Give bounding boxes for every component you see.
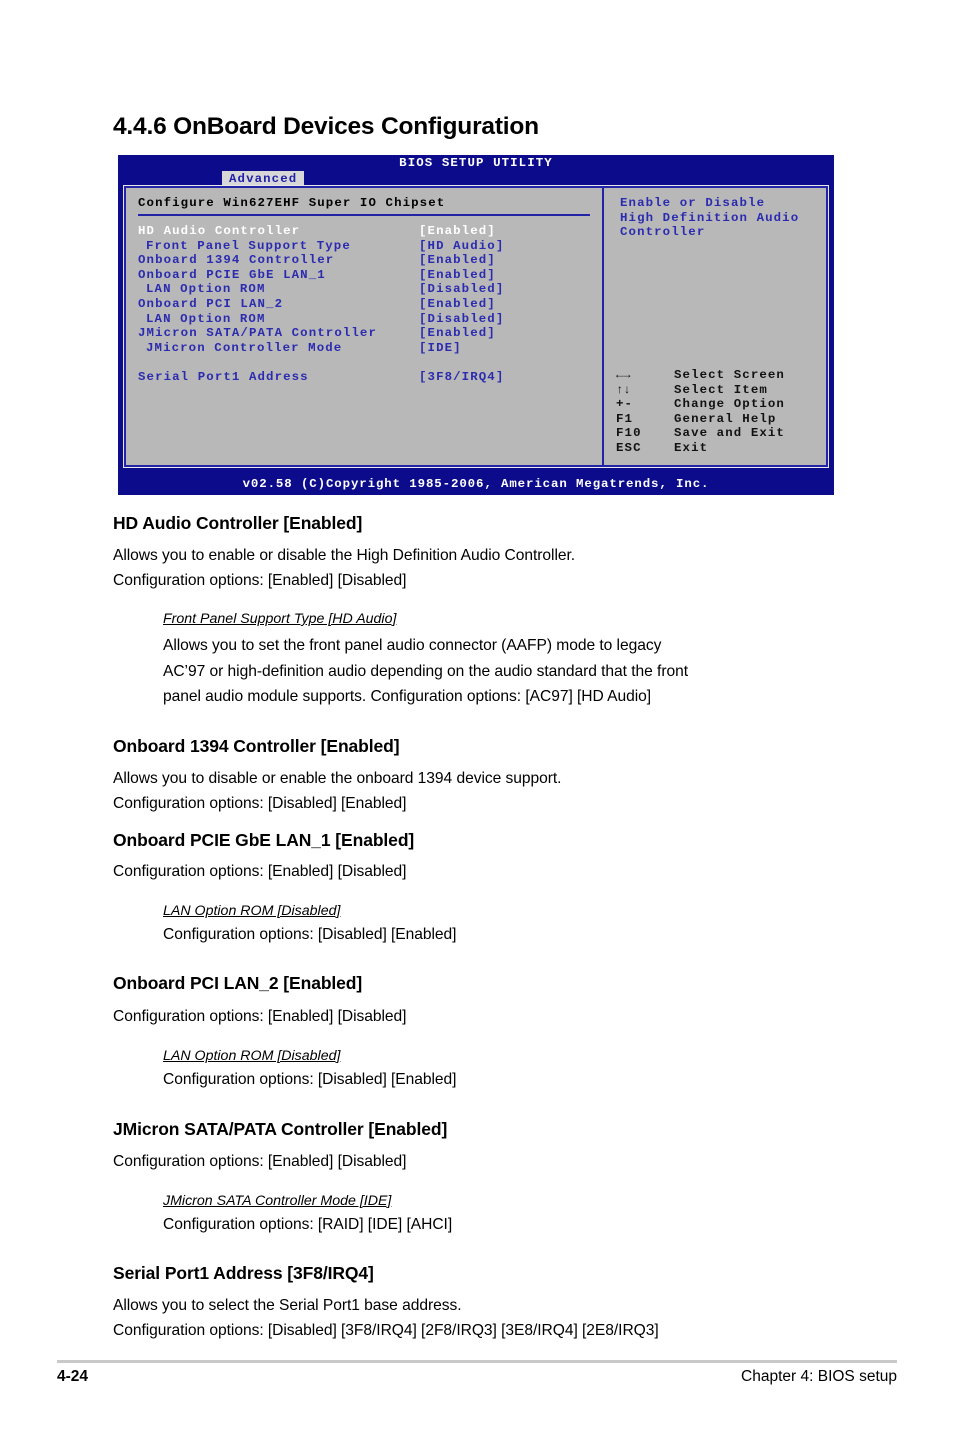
bios-key-legend: ←→ Select Screen ↑↓ Select Item +- Change Opt… — [616, 368, 821, 456]
bios-key-row: +- Change Option — [616, 397, 821, 412]
heading-hd-audio-controller: HD Audio Controller [Enabled] — [113, 513, 363, 533]
bios-body: Configure Win627EHF Super IO Chipset HD … — [123, 185, 829, 468]
arrow-keys-icon: ↑↓ — [616, 382, 631, 397]
heading-pcie-gbe-lan1: Onboard PCIE GbE LAN_1 [Enabled] — [113, 830, 415, 850]
heading-jmicron-controller: JMicron SATA/PATA Controller [Enabled] — [113, 1119, 448, 1139]
bios-key-row: F1 General Help — [616, 412, 821, 427]
bios-option-label: Onboard 1394 Controller — [138, 253, 335, 268]
bios-key-row: F10 Save and Exit — [616, 426, 821, 441]
text-front-panel-line2: AC’97 or high-definition audio depending… — [163, 663, 688, 680]
bios-option-label: JMicron SATA/PATA Controller — [138, 326, 377, 341]
bios-key-description: Select Screen — [674, 368, 785, 382]
arrow-keys-icon: ←→ — [616, 368, 631, 382]
bios-option-row[interactable]: HD Audio Controller [Enabled] — [138, 224, 590, 239]
bios-key-row: ↑↓ Select Item — [616, 383, 821, 398]
bios-key-name: +- — [616, 397, 634, 412]
bios-option-row[interactable]: JMicron SATA/PATA Controller [Enabled] — [138, 326, 590, 341]
bios-option-value[interactable]: [HD Audio] — [419, 239, 504, 254]
bios-option-value[interactable]: [Enabled] — [419, 268, 496, 283]
bios-help-line: Controller — [620, 225, 706, 240]
subheading-lan2-option-rom: LAN Option ROM [Disabled] — [163, 1048, 341, 1064]
bios-option-row[interactable]: Onboard PCIE GbE LAN_1 [Enabled] — [138, 268, 590, 283]
bios-section-title: Configure Win627EHF Super IO Chipset — [138, 196, 446, 210]
bios-option-value[interactable]: [IDE] — [419, 341, 462, 356]
bios-option-value[interactable]: [Enabled] — [419, 253, 496, 268]
text-front-panel-line3: panel audio module supports. Configurati… — [163, 688, 652, 705]
text-hd-audio-line2: Configuration options: [Enabled] [Disabl… — [113, 572, 407, 589]
bios-key-description: Exit — [674, 440, 709, 455]
bios-option-label: Front Panel Support Type — [146, 238, 351, 253]
bios-title: BIOS SETUP UTILITY — [399, 156, 553, 170]
bios-section-divider — [138, 214, 590, 216]
text-serial-port1-line2: Configuration options: [Disabled] [3F8/I… — [113, 1322, 659, 1339]
bios-key-name: ESC — [616, 440, 642, 455]
text-hd-audio-line1: Allows you to enable or disable the High… — [113, 547, 576, 564]
bios-copyright: v02.58 (C)Copyright 1985-2006, American … — [242, 477, 710, 492]
page-title: 4.4.6 OnBoard Devices Configuration — [113, 113, 539, 140]
bios-setup-screen: BIOS SETUP UTILITY Advanced Configure Wi… — [118, 155, 834, 495]
text-onboard-1394-line2: Configuration options: [Disabled] [Enabl… — [113, 795, 407, 812]
bios-option-value[interactable]: [Enabled] — [419, 297, 496, 312]
bios-option-row[interactable]: Front Panel Support Type [HD Audio] — [138, 239, 590, 254]
bios-option-row[interactable]: Serial Port1 Address [3F8/IRQ4] — [138, 370, 590, 385]
bios-option-row[interactable]: JMicron Controller Mode [IDE] — [138, 341, 590, 356]
bios-option-label: LAN Option ROM — [146, 311, 266, 326]
bios-key-name: F10 — [616, 426, 642, 441]
bios-option-label: Serial Port1 Address — [138, 369, 309, 384]
bios-help-pane: Enable or Disable High Definition Audio Co… — [606, 188, 825, 465]
footer-chapter-label: Chapter 4: BIOS setup — [741, 1368, 897, 1385]
bios-option-value[interactable]: [3F8/IRQ4] — [419, 370, 504, 385]
bios-key-description: Select Item — [674, 382, 768, 397]
text-jmicron-mode-line1: Configuration options: [RAID] [IDE] [AHC… — [163, 1216, 453, 1233]
subheading-lan1-option-rom: LAN Option ROM [Disabled] — [163, 903, 341, 919]
bios-key-name: F1 — [616, 411, 634, 426]
subheading-jmicron-mode: JMicron SATA Controller Mode [IDE] — [163, 1193, 392, 1209]
heading-pci-lan2: Onboard PCI LAN_2 [Enabled] — [113, 973, 363, 993]
text-pci-lan2-line1: Configuration options: [Enabled] [Disabl… — [113, 1008, 407, 1025]
text-onboard-1394-line1: Allows you to disable or enable the onbo… — [113, 770, 562, 787]
bios-option-value[interactable]: [Enabled] — [419, 326, 496, 341]
bios-key-description: Save and Exit — [674, 426, 785, 441]
bios-option-label: HD Audio Controller — [138, 224, 301, 238]
bios-option-label: Onboard PCIE GbE LAN_1 — [138, 267, 326, 282]
footer-page-number: 4-24 — [57, 1368, 89, 1385]
text-front-panel-line1: Allows you to set the front panel audio … — [163, 637, 662, 654]
bios-option-value[interactable]: [Disabled] — [419, 282, 504, 297]
bios-option-label: JMicron Controller Mode — [146, 340, 343, 355]
bios-option-row[interactable]: Onboard PCI LAN_2 [Enabled] — [138, 297, 590, 312]
footer-divider — [57, 1360, 897, 1363]
text-pcie-gbe-lan1-line1: Configuration options: [Enabled] [Disabl… — [113, 863, 407, 880]
bios-option-row[interactable]: Onboard 1394 Controller [Enabled] — [138, 253, 590, 268]
bios-option-value[interactable]: [Enabled] — [419, 224, 496, 239]
bios-option-row[interactable]: LAN Option ROM [Disabled] — [138, 312, 590, 327]
bios-key-description: Change Option — [674, 397, 785, 412]
bios-option-value[interactable]: [Disabled] — [419, 312, 504, 327]
tab-advanced[interactable]: Advanced — [222, 171, 305, 186]
text-lan2-option-rom-line1: Configuration options: [Disabled] [Enabl… — [163, 1071, 457, 1088]
bios-key-row: ESC Exit — [616, 441, 821, 456]
bios-option-row[interactable]: LAN Option ROM [Disabled] — [138, 282, 590, 297]
subheading-front-panel-support: Front Panel Support Type [HD Audio] — [163, 611, 397, 627]
bios-help-text: Enable or Disable High Definition Audio Co… — [620, 196, 816, 240]
bios-tab-bar: Advanced — [118, 171, 834, 186]
bios-key-row: ←→ Select Screen — [616, 368, 821, 383]
text-lan1-option-rom-line1: Configuration options: [Disabled] [Enabl… — [163, 926, 457, 943]
text-jmicron-line1: Configuration options: [Enabled] [Disabl… — [113, 1153, 407, 1170]
bios-help-line: Enable or Disable — [620, 196, 766, 210]
bios-key-description: General Help — [674, 411, 777, 426]
bios-option-label: LAN Option ROM — [146, 282, 266, 297]
bios-options-pane: Configure Win627EHF Super IO Chipset HD … — [126, 188, 604, 465]
bios-option-label: Onboard PCI LAN_2 — [138, 296, 284, 311]
bios-option-list: HD Audio Controller [Enabled] Front Panel … — [138, 224, 590, 385]
heading-serial-port1: Serial Port1 Address [3F8/IRQ4] — [113, 1263, 374, 1283]
text-serial-port1-line1: Allows you to select the Serial Port1 ba… — [113, 1297, 462, 1314]
bios-help-line: High Definition Audio — [620, 210, 800, 225]
heading-onboard-1394: Onboard 1394 Controller [Enabled] — [113, 736, 400, 756]
bios-row-spacer — [138, 355, 590, 370]
